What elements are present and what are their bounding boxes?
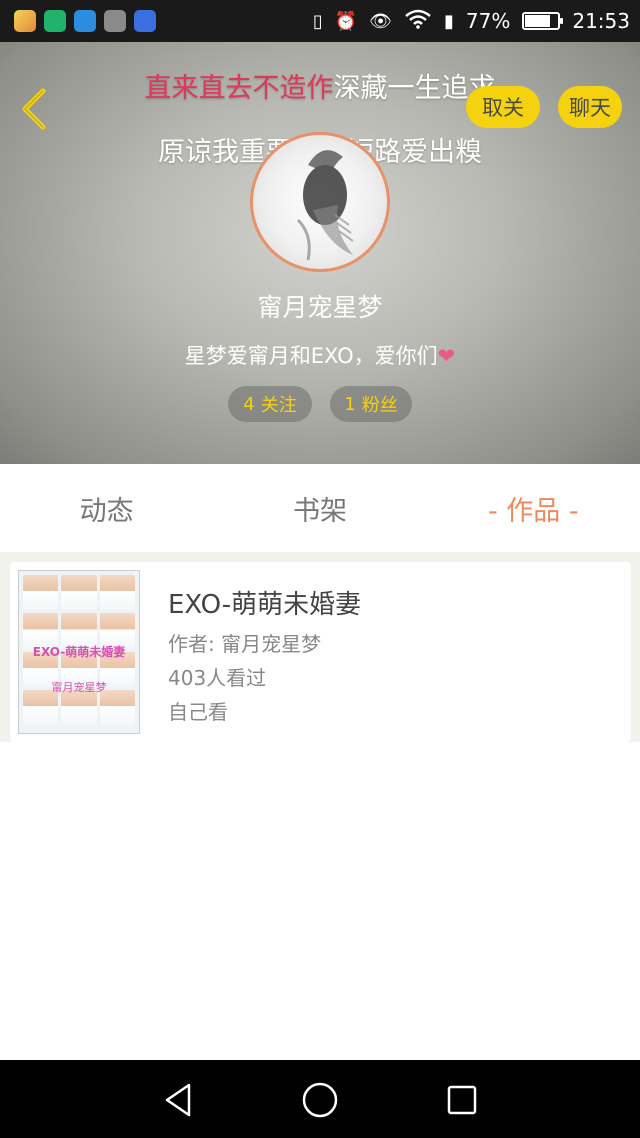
- chat-button[interactable]: 聊天: [558, 86, 622, 128]
- nav-home-button[interactable]: [300, 1080, 340, 1120]
- lyric-line-1: 直来直去不造作深藏一生追求: [0, 66, 640, 105]
- profile-tabs: 动态 书架 - 作品 -: [0, 464, 640, 552]
- vibrate-icon: ▯: [312, 10, 323, 32]
- system-nav-bar: [0, 1060, 640, 1138]
- app-notification-icon: [14, 10, 36, 32]
- heart-monitor-app-icon: [74, 10, 96, 32]
- lyric-highlight: 直来直去不造作: [144, 73, 334, 104]
- gallery-app-icon: [104, 10, 126, 32]
- wifi-icon: [404, 9, 432, 34]
- avatar[interactable]: [250, 132, 390, 272]
- cover-author: 甯月宠星梦: [51, 681, 107, 694]
- square-recents-icon: [447, 1085, 477, 1115]
- eye-icon: 👁: [369, 10, 392, 32]
- work-views: 403人看过: [168, 666, 267, 690]
- book-cover: EXO-萌萌未婚妻 甯月宠星梦: [18, 570, 140, 734]
- fans-count-button[interactable]: 1 粉丝: [330, 386, 412, 422]
- following-label: 关注: [260, 395, 297, 416]
- heart-icon: ❤: [437, 344, 456, 368]
- profile-header: 直来直去不造作深藏一生追求 取关 聊天 原谅我重要时候短路爱出糗 甯月宠星梦 星…: [0, 42, 640, 464]
- alarm-icon: ⏰: [334, 10, 358, 32]
- list-item[interactable]: EXO-萌萌未婚妻 甯月宠星梦 EXO-萌萌未婚妻 作者: 甯月宠星梦 403人…: [10, 562, 631, 742]
- sim-icon: ▮: [444, 10, 454, 32]
- fans-count: 1: [344, 393, 356, 415]
- clock: 21:53: [572, 9, 630, 33]
- work-visibility: 自己看: [168, 700, 228, 724]
- paw-app-icon: [134, 10, 156, 32]
- bio-text: 星梦爱甯月和EXO，爱你们: [184, 344, 438, 368]
- username: 甯月宠星梦: [257, 293, 383, 322]
- unfollow-button[interactable]: 取关: [466, 86, 540, 128]
- battery-percent: 77%: [465, 9, 511, 33]
- shield-app-icon: [44, 10, 66, 32]
- tab-activity[interactable]: 动态: [0, 464, 213, 552]
- work-author: 作者: 甯月宠星梦: [168, 632, 322, 656]
- circle-home-icon: [302, 1082, 338, 1118]
- fans-label: 粉丝: [361, 395, 398, 416]
- nav-recents-button[interactable]: [442, 1080, 482, 1120]
- battery-icon: [522, 12, 564, 30]
- battery-fill: [525, 15, 550, 27]
- avatar-image: [296, 150, 354, 261]
- nav-back-button[interactable]: [158, 1080, 198, 1120]
- status-bar: ▯ ⏰ 👁 ▮ 77% 21:53: [0, 0, 640, 42]
- bio: 星梦爱甯月和EXO，爱你们❤: [0, 340, 640, 370]
- following-count-button[interactable]: 4 关注: [228, 386, 312, 422]
- triangle-back-icon: [165, 1083, 191, 1117]
- tab-bookshelf[interactable]: 书架: [213, 464, 426, 552]
- cover-title: EXO-萌萌未婚妻: [32, 645, 126, 659]
- following-count: 4: [243, 393, 255, 415]
- work-title: EXO-萌萌未婚妻: [168, 590, 362, 620]
- tab-works[interactable]: - 作品 -: [427, 464, 640, 552]
